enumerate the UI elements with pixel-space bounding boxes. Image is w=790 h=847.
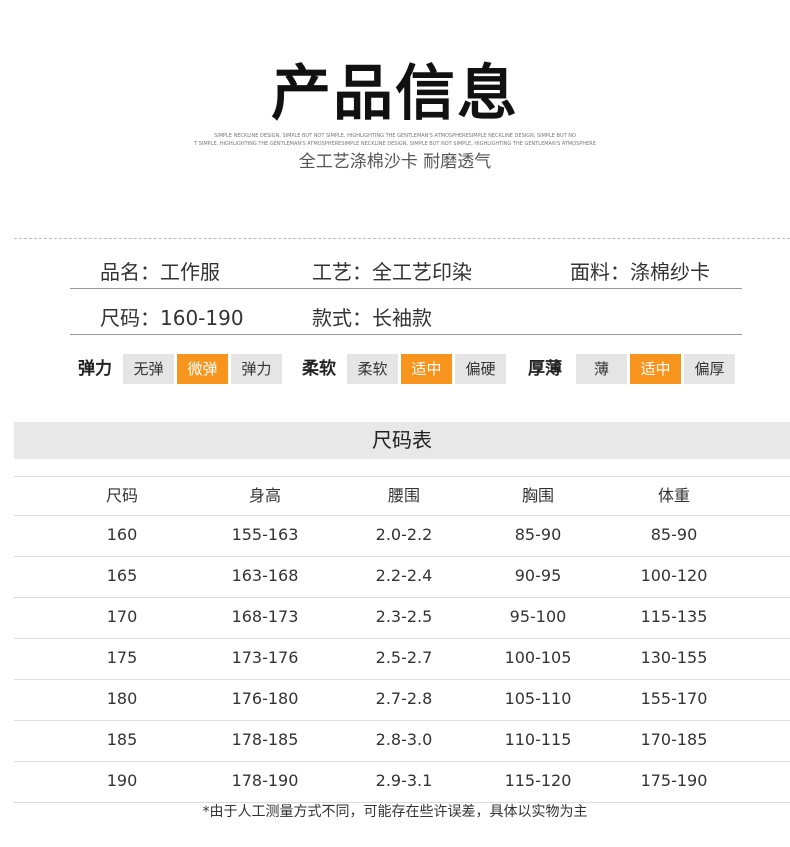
- cell-waist: 2.3-2.5: [375, 607, 433, 626]
- col-weight: 体重: [657, 486, 690, 505]
- cell-waist: 2.9-3.1: [375, 771, 433, 790]
- table-row: 185 178-185 2.8-3.0 110-115 170-185: [14, 720, 790, 761]
- cell-height: 155-163: [231, 525, 299, 544]
- cell-height: 178-190: [231, 771, 299, 790]
- dashed-divider: [14, 238, 790, 239]
- table-row: 160 155-163 2.0-2.2 85-90 85-90: [14, 515, 790, 556]
- col-size: 尺码: [105, 486, 138, 505]
- cell-chest: 85-90: [514, 525, 562, 544]
- info-size: 尺码：160-190: [100, 306, 244, 330]
- table-row: 180 176-180 2.7-2.8 105-110 155-170: [14, 679, 790, 720]
- tagline-line-1: SIMPLE NECKLINE DESIGN, SIMPLE BUT NOT S…: [214, 133, 576, 139]
- cell-size: 190: [106, 771, 138, 790]
- cell-height: 168-173: [231, 607, 299, 626]
- cell-size: 165: [106, 566, 138, 585]
- size-table-title: 尺码表: [14, 422, 790, 459]
- opt-softness-medium: 适中: [401, 354, 452, 384]
- table-header-row: 尺码 身高 腰围 胸围 体重: [14, 476, 790, 515]
- opt-elasticity-none: 无弹: [123, 354, 174, 384]
- cell-weight: 130-155: [640, 648, 708, 667]
- cell-chest: 115-120: [504, 771, 572, 790]
- table-row: 170 168-173 2.3-2.5 95-100 115-135: [14, 597, 790, 638]
- cell-weight: 100-120: [640, 566, 708, 585]
- size-table: 尺码 身高 腰围 胸围 体重 160 155-163 2.0-2.2 85-90…: [14, 476, 790, 803]
- cell-height: 173-176: [231, 648, 299, 667]
- info-row-2: 尺码：160-190 款式：长袖款: [70, 298, 742, 335]
- cell-size: 160: [106, 525, 138, 544]
- cell-weight: 155-170: [640, 689, 708, 708]
- cell-chest: 90-95: [514, 566, 562, 585]
- table-row: 175 173-176 2.5-2.7 100-105 130-155: [14, 638, 790, 679]
- opt-thickness-medium: 适中: [630, 354, 681, 384]
- table-row: 190 178-190 2.9-3.1 115-120 175-190: [14, 761, 790, 802]
- info-fabric: 面料：涤棉纱卡: [570, 260, 710, 284]
- page-subtitle: 全工艺涤棉沙卡 耐磨透气: [298, 152, 492, 172]
- cell-height: 178-185: [231, 730, 299, 749]
- opt-thickness-thick: 偏厚: [684, 354, 735, 384]
- cell-size: 170: [106, 607, 138, 626]
- cell-size: 175: [106, 648, 138, 667]
- cell-weight: 175-190: [640, 771, 708, 790]
- info-style: 款式：长袖款: [312, 306, 432, 330]
- cell-weight: 170-185: [640, 730, 708, 749]
- cell-chest: 110-115: [504, 730, 572, 749]
- cell-chest: 100-105: [504, 648, 572, 667]
- col-height: 身高: [248, 486, 281, 505]
- cell-waist: 2.7-2.8: [375, 689, 433, 708]
- attr-label-elasticity: 弹力: [78, 359, 112, 379]
- opt-elasticity-stretch: 弹力: [231, 354, 282, 384]
- cell-waist: 2.8-3.0: [375, 730, 433, 749]
- cell-waist: 2.5-2.7: [375, 648, 433, 667]
- cell-size: 180: [106, 689, 138, 708]
- cell-chest: 95-100: [509, 607, 567, 626]
- page-title: 产品信息: [271, 59, 519, 129]
- col-chest: 胸围: [521, 486, 554, 505]
- table-row: 165 163-168 2.2-2.4 90-95 100-120: [14, 556, 790, 597]
- opt-elasticity-slight: 微弹: [177, 354, 228, 384]
- opt-thickness-thin: 薄: [576, 354, 627, 384]
- col-waist: 腰围: [387, 486, 420, 505]
- cell-size: 185: [106, 730, 138, 749]
- attr-label-thickness: 厚薄: [528, 359, 562, 379]
- attr-label-softness: 柔软: [302, 359, 336, 379]
- opt-softness-soft: 柔软: [347, 354, 398, 384]
- cell-height: 176-180: [231, 689, 299, 708]
- info-product-name: 品名：工作服: [100, 260, 220, 284]
- cell-chest: 105-110: [504, 689, 572, 708]
- info-row-1: 品名：工作服 工艺：全工艺印染 面料：涤棉纱卡: [70, 252, 742, 289]
- measurement-note: *由于人工测量方式不同，可能存在些许误差，具体以实物为主: [202, 804, 588, 820]
- cell-weight: 85-90: [650, 525, 698, 544]
- cell-height: 163-168: [231, 566, 299, 585]
- cell-weight: 115-135: [640, 607, 708, 626]
- cell-waist: 2.2-2.4: [375, 566, 433, 585]
- info-craft: 工艺：全工艺印染: [312, 260, 472, 284]
- opt-softness-hard: 偏硬: [455, 354, 506, 384]
- cell-waist: 2.0-2.2: [375, 525, 433, 544]
- tagline-line-2: T SIMPLE, HIGHLIGHTING THE GENTLEMAN'S A…: [194, 141, 596, 147]
